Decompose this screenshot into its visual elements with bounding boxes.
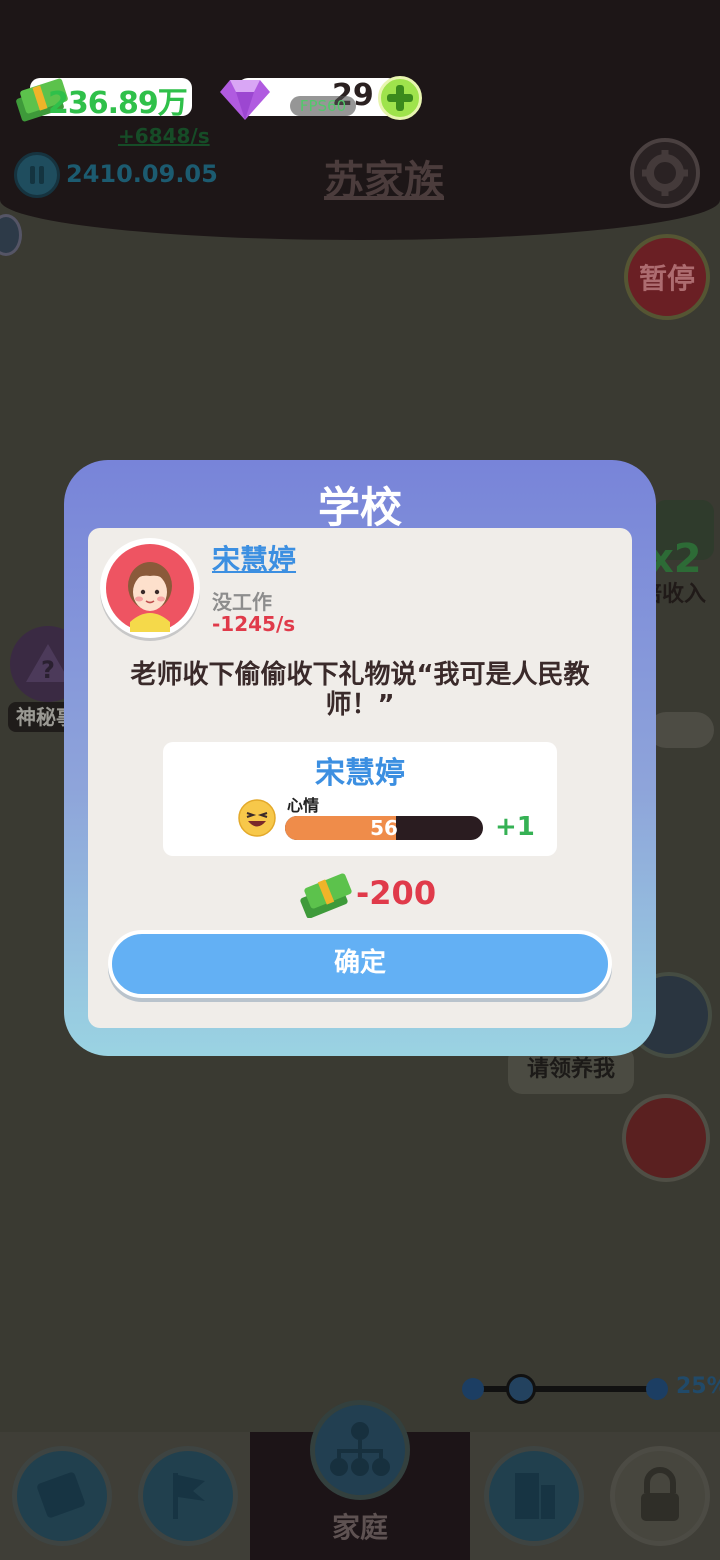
confirm-button-label: 确定 [333,948,386,978]
settings-button[interactable] [630,138,700,208]
family-faces-icon[interactable] [648,712,714,748]
gem-icon [220,80,270,120]
nav-family-button[interactable] [310,1400,410,1500]
money-amount: 236.89万 [48,86,188,121]
confirm-button[interactable]: 确定 [108,930,612,998]
laughing-face-icon [238,799,276,837]
person-avatar[interactable] [100,538,200,638]
pause-button-label: 暂停 [638,262,695,295]
svg-text:?: ? [41,656,55,684]
money-rate: +6848/s [118,124,210,148]
nav-locked-button[interactable] [610,1446,710,1546]
dialog-body: 宋慧婷 没工作 -1245/s 老师收下偷偷收下礼物说“我可是人民教师！” 宋慧… [88,528,632,1028]
zoom-out-icon[interactable] [462,1378,484,1400]
dialog-title: 学校 [317,483,402,532]
sleep-icon [0,214,22,256]
family-tree-icon [330,1422,390,1476]
mood-card-name: 宋慧婷 [315,756,405,791]
fps-badge: FPS60 [290,96,356,116]
mood-card: 宋慧婷 心情 56 +1 [163,742,557,856]
nav-book-button[interactable] [12,1446,112,1546]
event-description: 老师收下偷偷收下礼物说“我可是人民教师！” [130,660,590,720]
nav-building-button[interactable] [484,1446,584,1546]
child-avatar[interactable] [622,1094,710,1182]
family-title[interactable]: 苏家族 [0,148,720,206]
building-icon [515,1473,555,1519]
person-income-rate: -1245/s [212,612,296,636]
mood-delta: +1 [495,812,535,842]
cash-icon [300,873,352,918]
zoom-level: 25% [676,1374,720,1399]
mood-value: 56 [370,816,398,840]
plus-icon [387,85,413,111]
person-job: 没工作 [212,590,272,614]
woman-avatar-icon [106,544,194,632]
event-dialog: 学校 宋慧婷 没工作 -1245/s 老师收下偷偷收下礼物说“我可是人民教师！”… [64,460,656,1056]
nav-flag-button[interactable] [138,1446,238,1546]
mood-label: 心情 [287,796,320,815]
person-name[interactable]: 宋慧婷 [212,538,296,578]
zoom-slider-track[interactable] [474,1386,658,1392]
mood-bar: 56 [285,816,483,840]
add-gems-button[interactable] [378,76,422,120]
book-icon [37,1472,85,1518]
flag-icon [173,1473,205,1519]
zoom-in-icon[interactable] [646,1378,668,1400]
pause-button[interactable]: 暂停 [624,234,710,320]
lock-icon [641,1467,679,1521]
money-cost: -200 [356,874,437,912]
zoom-slider-knob[interactable] [506,1374,536,1404]
nav-family-label: 家庭 [331,1511,388,1544]
gear-icon [642,150,688,196]
